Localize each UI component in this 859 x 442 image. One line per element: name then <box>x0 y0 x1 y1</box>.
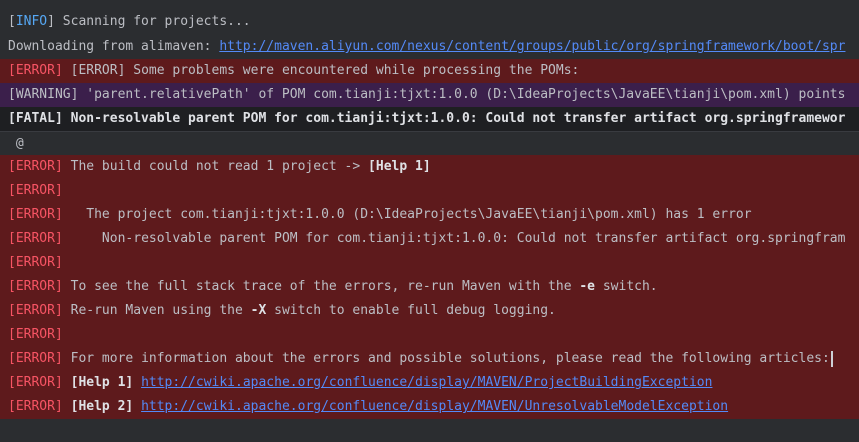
download-url-link[interactable]: http://maven.aliyun.com/nexus/content/gr… <box>219 39 845 54</box>
text-caret <box>830 350 833 367</box>
console-line-error: [ERROR] Non-resolvable parent POM for co… <box>0 227 859 251</box>
console-line-error: [ERROR] <box>0 179 859 203</box>
error-tag: [ERROR] <box>8 231 63 246</box>
warning-text: [WARNING] 'parent.relativePath' of POM c… <box>8 87 846 102</box>
console-line-error: [ERROR] [ERROR] Some problems were encou… <box>0 59 859 83</box>
console-line-at: @ <box>0 132 859 156</box>
error-text: switch. <box>595 279 658 294</box>
console-output: [INFO] Scanning for projects... Download… <box>0 0 859 442</box>
at-text: @ <box>8 136 24 151</box>
console-line-error: [ERROR] [Help 1] http://cwiki.apache.org… <box>0 371 859 395</box>
error-text: To see the full stack trace of the error… <box>62 279 580 294</box>
error-tag: [ERROR] <box>8 63 63 78</box>
error-text: The project com.tianji:tjxt:1.0.0 (D:\Id… <box>62 207 752 222</box>
console-line-error: [ERROR] [Help 2] http://cwiki.apache.org… <box>0 395 859 419</box>
error-tag: [ERROR] <box>8 183 63 198</box>
console-line-download: Downloading from alimaven: http://maven.… <box>0 35 859 59</box>
error-text: The build could not read 1 project -> <box>62 159 369 174</box>
error-text: Non-resolvable parent POM for com.tianji… <box>62 231 846 246</box>
error-tag: [ERROR] <box>8 303 63 318</box>
console-line-error: [ERROR] <box>0 323 859 347</box>
error-tag: [ERROR] <box>8 207 63 222</box>
console-line-info: [INFO] Scanning for projects... <box>8 14 251 29</box>
console-line-error: [ERROR] For more information about the e… <box>0 347 859 371</box>
info-text: Scanning for projects... <box>54 14 251 29</box>
console-line-error: [ERROR] The build could not read 1 proje… <box>0 155 859 179</box>
switch-flag: -e <box>579 279 596 294</box>
error-text: switch to enable full debug logging. <box>266 303 556 318</box>
error-tag: [ERROR] <box>8 351 63 366</box>
error-tag: [ERROR] <box>8 159 63 174</box>
error-tag: [ERROR] <box>8 327 63 342</box>
error-tag: [ERROR] <box>8 255 63 270</box>
error-tag: [ERROR] <box>8 375 63 390</box>
help-ref: [Help 1] <box>62 375 142 390</box>
help-link-1[interactable]: http://cwiki.apache.org/confluence/displ… <box>141 375 712 390</box>
download-text: Downloading from alimaven: <box>8 39 220 54</box>
console-line-error: [ERROR] Re-run Maven using the -X switch… <box>0 299 859 323</box>
error-tag: [ERROR] <box>8 399 63 414</box>
error-text: Re-run Maven using the <box>62 303 251 318</box>
console-line-fatal: [FATAL] Non-resolvable parent POM for co… <box>0 107 859 131</box>
help-link-2[interactable]: http://cwiki.apache.org/confluence/displ… <box>141 399 728 414</box>
console-line-warning: [WARNING] 'parent.relativePath' of POM c… <box>0 83 859 107</box>
help-ref: [Help 1] <box>368 159 431 174</box>
switch-flag: -X <box>250 303 267 318</box>
console-line-error: [ERROR] <box>0 251 859 275</box>
console-line-error: [ERROR] The project com.tianji:tjxt:1.0.… <box>0 203 859 227</box>
fatal-text: [FATAL] Non-resolvable parent POM for co… <box>8 111 846 126</box>
error-tag: [ERROR] <box>8 279 63 294</box>
error-text: For more information about the errors an… <box>62 351 830 366</box>
info-tag: INFO <box>15 14 48 29</box>
console-line-error: [ERROR] To see the full stack trace of t… <box>0 275 859 299</box>
error-text: [ERROR] Some problems were encountered w… <box>62 63 580 78</box>
help-ref: [Help 2] <box>62 399 142 414</box>
